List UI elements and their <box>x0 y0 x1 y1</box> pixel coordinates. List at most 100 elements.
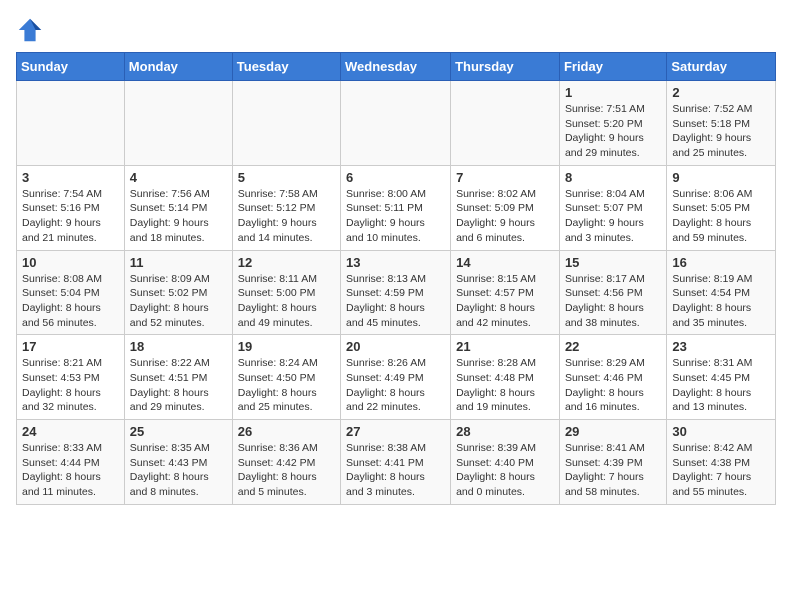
weekday-header-monday: Monday <box>124 53 232 81</box>
day-number: 5 <box>238 170 335 185</box>
calendar-cell: 4Sunrise: 7:56 AM Sunset: 5:14 PM Daylig… <box>124 165 232 250</box>
day-number: 14 <box>456 255 554 270</box>
day-info: Sunrise: 8:15 AM Sunset: 4:57 PM Dayligh… <box>456 272 554 331</box>
calendar-cell: 19 Sunrise: 8:24 AM Sunset: 4:50 PM Dayli… <box>232 335 340 420</box>
calendar-cell: 26Sunrise: 8:36 AM Sunset: 4:42 PM Dayli… <box>232 420 340 505</box>
calendar-cell: 25 Sunrise: 8:35 AM Sunset: 4:43 PM Dayli… <box>124 420 232 505</box>
calendar-cell <box>451 81 560 166</box>
day-number: 22 <box>565 339 661 354</box>
week-row-2: 3Sunrise: 7:54 AM Sunset: 5:16 PM Daylig… <box>17 165 776 250</box>
day-number: 8 <box>565 170 661 185</box>
day-info: Sunrise: 7:58 AM Sunset: 5:12 PM Dayligh… <box>238 187 335 246</box>
weekday-header-saturday: Saturday <box>667 53 776 81</box>
weekday-header-sunday: Sunday <box>17 53 125 81</box>
day-info: Sunrise: 8:08 AM Sunset: 5:04 PM Dayligh… <box>22 272 119 331</box>
calendar-cell: 23Sunrise: 8:31 AM Sunset: 4:45 PM Dayli… <box>667 335 776 420</box>
day-number: 13 <box>346 255 445 270</box>
day-number: 19 <box>238 339 335 354</box>
weekday-header-row: SundayMondayTuesdayWednesdayThursdayFrid… <box>17 53 776 81</box>
day-info: Sunrise: 8:24 AM Sunset: 4:50 PM Dayligh… <box>238 356 335 415</box>
day-info: Sunrise: 8:38 AM Sunset: 4:41 PM Dayligh… <box>346 441 445 500</box>
weekday-header-friday: Friday <box>559 53 666 81</box>
day-number: 10 <box>22 255 119 270</box>
calendar-cell: 14 Sunrise: 8:15 AM Sunset: 4:57 PM Dayli… <box>451 250 560 335</box>
day-number: 17 <box>22 339 119 354</box>
day-number: 9 <box>672 170 770 185</box>
calendar-cell: 11 Sunrise: 8:09 AM Sunset: 5:02 PM Dayli… <box>124 250 232 335</box>
weekday-header-thursday: Thursday <box>451 53 560 81</box>
day-number: 30 <box>672 424 770 439</box>
day-info: Sunrise: 8:28 AM Sunset: 4:48 PM Dayligh… <box>456 356 554 415</box>
calendar-cell: 12 Sunrise: 8:11 AM Sunset: 5:00 PM Dayli… <box>232 250 340 335</box>
day-number: 16 <box>672 255 770 270</box>
day-number: 7 <box>456 170 554 185</box>
calendar-cell: 2 Sunrise: 7:52 AM Sunset: 5:18 PM Daylig… <box>667 81 776 166</box>
day-info: Sunrise: 8:11 AM Sunset: 5:00 PM Dayligh… <box>238 272 335 331</box>
calendar-cell: 30 Sunrise: 8:42 AM Sunset: 4:38 PM Dayli… <box>667 420 776 505</box>
day-info: Sunrise: 8:42 AM Sunset: 4:38 PM Dayligh… <box>672 441 770 500</box>
calendar-cell: 9 Sunrise: 8:06 AM Sunset: 5:05 PM Daylig… <box>667 165 776 250</box>
calendar-cell: 20 Sunrise: 8:26 AM Sunset: 4:49 PM Dayli… <box>341 335 451 420</box>
day-number: 29 <box>565 424 661 439</box>
day-info: Sunrise: 8:39 AM Sunset: 4:40 PM Dayligh… <box>456 441 554 500</box>
calendar-cell: 10 Sunrise: 8:08 AM Sunset: 5:04 PM Dayli… <box>17 250 125 335</box>
day-info: Sunrise: 8:09 AM Sunset: 5:02 PM Dayligh… <box>130 272 227 331</box>
calendar-cell: 7 Sunrise: 8:02 AM Sunset: 5:09 PM Daylig… <box>451 165 560 250</box>
day-number: 28 <box>456 424 554 439</box>
day-number: 25 <box>130 424 227 439</box>
calendar-cell: 28 Sunrise: 8:39 AM Sunset: 4:40 PM Dayli… <box>451 420 560 505</box>
day-info: Sunrise: 8:19 AM Sunset: 4:54 PM Dayligh… <box>672 272 770 331</box>
day-info: Sunrise: 8:04 AM Sunset: 5:07 PM Dayligh… <box>565 187 661 246</box>
day-info: Sunrise: 8:35 AM Sunset: 4:43 PM Dayligh… <box>130 441 227 500</box>
calendar-cell <box>17 81 125 166</box>
day-info: Sunrise: 8:21 AM Sunset: 4:53 PM Dayligh… <box>22 356 119 415</box>
logo-icon <box>16 16 44 44</box>
calendar-cell <box>341 81 451 166</box>
day-number: 24 <box>22 424 119 439</box>
day-info: Sunrise: 8:22 AM Sunset: 4:51 PM Dayligh… <box>130 356 227 415</box>
day-info: Sunrise: 7:52 AM Sunset: 5:18 PM Dayligh… <box>672 102 770 161</box>
calendar-cell: 6 Sunrise: 8:00 AM Sunset: 5:11 PM Daylig… <box>341 165 451 250</box>
calendar-table: SundayMondayTuesdayWednesdayThursdayFrid… <box>16 52 776 505</box>
day-info: Sunrise: 8:06 AM Sunset: 5:05 PM Dayligh… <box>672 187 770 246</box>
day-info: Sunrise: 8:00 AM Sunset: 5:11 PM Dayligh… <box>346 187 445 246</box>
calendar-cell: 1 Sunrise: 7:51 AM Sunset: 5:20 PM Daylig… <box>559 81 666 166</box>
calendar-cell: 18Sunrise: 8:22 AM Sunset: 4:51 PM Dayli… <box>124 335 232 420</box>
day-info: Sunrise: 7:54 AM Sunset: 5:16 PM Dayligh… <box>22 187 119 246</box>
day-number: 6 <box>346 170 445 185</box>
day-number: 21 <box>456 339 554 354</box>
day-info: Sunrise: 7:56 AM Sunset: 5:14 PM Dayligh… <box>130 187 227 246</box>
calendar-cell <box>124 81 232 166</box>
day-info: Sunrise: 8:17 AM Sunset: 4:56 PM Dayligh… <box>565 272 661 331</box>
calendar-cell: 15Sunrise: 8:17 AM Sunset: 4:56 PM Dayli… <box>559 250 666 335</box>
day-info: Sunrise: 8:31 AM Sunset: 4:45 PM Dayligh… <box>672 356 770 415</box>
weekday-header-wednesday: Wednesday <box>341 53 451 81</box>
day-number: 26 <box>238 424 335 439</box>
calendar-cell: 5 Sunrise: 7:58 AM Sunset: 5:12 PM Daylig… <box>232 165 340 250</box>
calendar-cell: 16 Sunrise: 8:19 AM Sunset: 4:54 PM Dayli… <box>667 250 776 335</box>
calendar-cell: 3Sunrise: 7:54 AM Sunset: 5:16 PM Daylig… <box>17 165 125 250</box>
day-number: 12 <box>238 255 335 270</box>
logo <box>16 16 48 44</box>
calendar-cell: 17 Sunrise: 8:21 AM Sunset: 4:53 PM Dayli… <box>17 335 125 420</box>
day-info: Sunrise: 7:51 AM Sunset: 5:20 PM Dayligh… <box>565 102 661 161</box>
week-row-1: 1 Sunrise: 7:51 AM Sunset: 5:20 PM Daylig… <box>17 81 776 166</box>
day-number: 1 <box>565 85 661 100</box>
week-row-5: 24 Sunrise: 8:33 AM Sunset: 4:44 PM Dayli… <box>17 420 776 505</box>
calendar-cell <box>232 81 340 166</box>
week-row-3: 10 Sunrise: 8:08 AM Sunset: 5:04 PM Dayli… <box>17 250 776 335</box>
calendar-cell: 22Sunrise: 8:29 AM Sunset: 4:46 PM Dayli… <box>559 335 666 420</box>
day-number: 11 <box>130 255 227 270</box>
day-info: Sunrise: 8:33 AM Sunset: 4:44 PM Dayligh… <box>22 441 119 500</box>
day-info: Sunrise: 8:41 AM Sunset: 4:39 PM Dayligh… <box>565 441 661 500</box>
calendar-cell: 24 Sunrise: 8:33 AM Sunset: 4:44 PM Dayli… <box>17 420 125 505</box>
day-number: 2 <box>672 85 770 100</box>
day-info: Sunrise: 8:26 AM Sunset: 4:49 PM Dayligh… <box>346 356 445 415</box>
day-info: Sunrise: 8:13 AM Sunset: 4:59 PM Dayligh… <box>346 272 445 331</box>
day-info: Sunrise: 8:02 AM Sunset: 5:09 PM Dayligh… <box>456 187 554 246</box>
day-number: 20 <box>346 339 445 354</box>
day-number: 27 <box>346 424 445 439</box>
calendar-cell: 21 Sunrise: 8:28 AM Sunset: 4:48 PM Dayli… <box>451 335 560 420</box>
weekday-header-tuesday: Tuesday <box>232 53 340 81</box>
calendar-cell: 13 Sunrise: 8:13 AM Sunset: 4:59 PM Dayli… <box>341 250 451 335</box>
